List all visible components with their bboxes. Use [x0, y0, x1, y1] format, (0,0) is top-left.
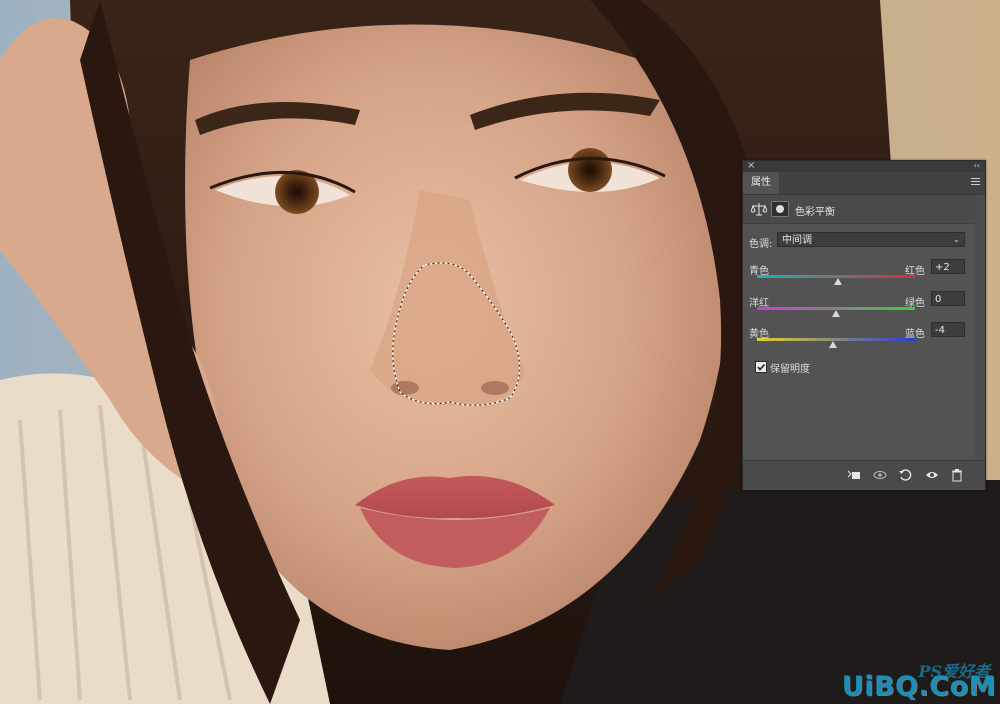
tab-properties[interactable]: 属性	[743, 172, 779, 194]
adjustment-header: 色彩平衡	[743, 195, 985, 224]
panel-tab-row: 属性	[743, 172, 985, 195]
close-icon[interactable]: ×	[747, 160, 755, 171]
tab-properties-label: 属性	[751, 177, 771, 188]
panel-titlebar[interactable]: × ‹‹	[743, 160, 985, 172]
trash-icon[interactable]	[950, 468, 964, 482]
slider-thumb[interactable]	[832, 310, 840, 317]
slider-value-input[interactable]: -4	[931, 322, 965, 337]
collapse-panel-icon[interactable]: ‹‹	[974, 160, 980, 171]
preserve-luminosity-checkbox[interactable]	[755, 361, 767, 373]
panel-footer-toolbar	[743, 460, 985, 490]
adjustment-title: 色彩平衡	[795, 207, 835, 218]
tone-value: 中间调	[782, 235, 812, 246]
panel-scrollbar[interactable]	[975, 195, 985, 460]
panel-menu-icon[interactable]	[971, 178, 980, 187]
slider-value-input[interactable]: 0	[931, 291, 965, 306]
slider-yellow-blue: 黄色 蓝色 -4	[743, 322, 975, 361]
view-previous-icon[interactable]	[873, 468, 887, 482]
slider-thumb[interactable]	[828, 341, 837, 348]
layer-mask-icon[interactable]	[771, 201, 789, 217]
tone-dropdown[interactable]: 中间调 ⌄	[777, 232, 965, 247]
preserve-luminosity-label: 保留明度	[770, 364, 810, 375]
chevron-down-icon: ⌄	[952, 235, 960, 245]
color-balance-icon[interactable]	[751, 202, 767, 216]
visibility-icon[interactable]	[925, 468, 939, 482]
slider-thumb[interactable]	[833, 278, 842, 285]
properties-panel: × ‹‹ 属性 色彩平衡 色调: 中间调 ⌄ 青色 红色 +2 洋红 绿色 0	[742, 160, 986, 490]
reset-icon[interactable]	[898, 468, 912, 482]
checkmark-icon	[757, 363, 766, 371]
clip-to-layer-icon[interactable]	[847, 468, 861, 482]
watermark-site: UiBQ.CoM	[841, 671, 996, 702]
tone-label: 色调:	[749, 239, 773, 250]
slider-value-input[interactable]: +2	[931, 259, 965, 274]
